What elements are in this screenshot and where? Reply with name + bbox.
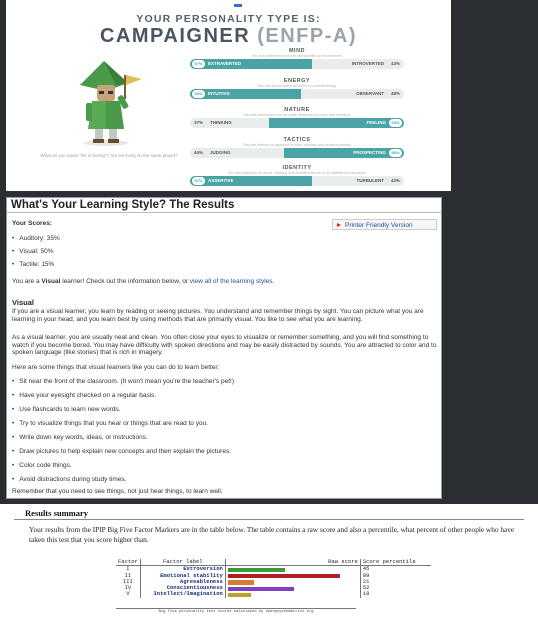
trait-bar: 52% INTUITIVE OBSERVANT 48%: [190, 89, 404, 99]
visual-paragraph-1: If you are a visual learner, you learn b…: [12, 308, 424, 323]
personality-type-title: CAMPAIGNER (ENFP-A): [6, 25, 451, 48]
score-item: Visual: 50%: [12, 248, 53, 255]
col-score-percentile: Score percentile: [359, 558, 431, 567]
trait-description: This trait determines how we make decisi…: [242, 113, 352, 117]
trait-percent-badge: 52%: [192, 90, 205, 98]
trait-right-label: PROSPECTING: [353, 150, 386, 155]
trait-percent-badge: 57%: [192, 60, 205, 68]
factor-label: Intellect/Imagination: [139, 591, 226, 598]
avatar-caption: What do you mean "life is boring"? Are w…: [40, 153, 178, 158]
learning-style-panel: What's Your Learning Style? The Results …: [6, 197, 442, 499]
tip-item: Sit near the front of the classroom. (It…: [12, 378, 234, 385]
trait-description: This trait underpins all others, showing…: [227, 171, 367, 175]
scores-heading: Your Scores:: [12, 220, 52, 227]
raw-score-cell: [224, 591, 361, 598]
trait-right-label: FEELING: [366, 120, 386, 125]
trait-bar-fill: [284, 148, 404, 158]
trait-left-percent: 37%: [194, 120, 204, 125]
factor-number: V: [126, 590, 130, 598]
dark-background-right: [451, 0, 538, 195]
tip-item: Draw pictures to help explain new concep…: [12, 448, 231, 455]
campaigner-avatar-illustration: [80, 61, 142, 146]
trait-left-label: THINKING: [210, 120, 232, 125]
trait-right-percent: 43%: [390, 61, 400, 66]
trait-bar: 57% ASSERTIVE TURBULENT 43%: [190, 176, 404, 186]
trait-left-label: EXTRAVERTED: [208, 61, 242, 66]
trait-identity: IDENTITY This trait underpins all others,…: [190, 165, 404, 191]
closing-line: Remember that you need to see things, no…: [12, 488, 223, 495]
trait-left-label: JUDGING: [210, 150, 231, 155]
result-pre: You are a: [12, 278, 42, 285]
trait-left-label: ASSERTIVE: [208, 178, 234, 183]
trait-right-label: INTROVERTED: [351, 61, 384, 66]
type-code: (ENFP-A): [257, 25, 357, 47]
trait-percent-badge: 63%: [389, 119, 402, 127]
percentile-value: 45: [359, 566, 431, 573]
percentile-bar: [227, 567, 285, 573]
trait-nature: NATURE This trait determines how we make …: [190, 107, 404, 137]
trait-description: This trait shows where we direct our men…: [257, 84, 337, 88]
big-five-footer: Big five personality test scores calcula…: [116, 608, 356, 614]
tip-item: Write down key words, ideas, or instruct…: [12, 434, 148, 441]
trait-bar: 44% JUDGING PROSPECTING 56%: [190, 148, 404, 158]
col-raw-score: Raw score: [224, 558, 361, 567]
trait-right-label: OBSERVANT: [356, 91, 384, 96]
score-item: Tactile: 15%: [12, 261, 54, 268]
percentile-bar: [227, 586, 294, 592]
percentile-value: 18: [359, 591, 431, 598]
tip-item: Color code things.: [12, 462, 71, 469]
type-name: CAMPAIGNER: [99, 25, 251, 47]
personality-result-panel: YOUR PERSONALITY TYPE IS: CAMPAIGNER (EN…: [6, 3, 451, 191]
trait-description: This trait determines how we interact wi…: [251, 54, 343, 58]
printer-friendly-button[interactable]: Printer Friendly Version: [332, 219, 437, 230]
dark-background-mid: [442, 195, 538, 501]
visual-section-title: Visual: [12, 298, 34, 307]
percentile-bar: [227, 580, 254, 585]
results-summary-heading: Results summary: [25, 508, 89, 518]
all-learning-styles-link[interactable]: view all of the learning styles: [190, 278, 273, 285]
trait-bar-fill: [190, 89, 301, 99]
tip-item: Use flashcards to learn new words.: [12, 406, 120, 413]
big-five-rows: I Extroversion 45 II Emotional stability 89 II…: [116, 566, 431, 598]
tip-item: Try to visualize things that you hear or…: [12, 420, 208, 427]
personality-kicker: YOUR PERSONALITY TYPE IS:: [136, 13, 321, 25]
printer-friendly-label: Printer Friendly Version: [345, 222, 413, 229]
trait-mind: MIND This trait determines how we interac…: [190, 48, 404, 78]
result-post: .: [272, 278, 275, 285]
trait-percent-badge: 56%: [389, 149, 402, 157]
tip-item: Have your eyesight checked on a regular …: [12, 392, 156, 399]
heading-divider: [14, 519, 524, 520]
trait-right-percent: 43%: [390, 178, 400, 183]
big-five-panel: Results summary Your results from the IP…: [6, 504, 536, 620]
learning-style-title: What's Your Learning Style? The Results: [7, 198, 441, 213]
top-accent-bar: [234, 4, 242, 7]
trait-bar: 37% THINKING FEELING 63%: [190, 118, 404, 128]
percentile-bar: [227, 573, 340, 579]
percentile-bar: [227, 592, 251, 598]
trait-energy: ENERGY This trait shows where we direct o…: [190, 78, 404, 108]
trait-left-label: INTUITIVE: [208, 91, 230, 96]
table-header-row: Factor Factor label Raw score Score perc…: [116, 558, 431, 567]
raw-score-cell: [224, 565, 361, 573]
trait-right-percent: 48%: [390, 91, 400, 96]
tip-item: Avoid distractions during study times.: [12, 476, 126, 483]
trait-right-label: TURBULENT: [356, 178, 385, 183]
big-five-intro: Your results from the IPIP Big Five Fact…: [29, 525, 515, 544]
score-item: Auditory: 35%: [12, 235, 59, 242]
result-line: You are a Visual learner! Check out the …: [12, 278, 437, 286]
trait-description: This trait reflects our approach to work…: [242, 143, 352, 147]
trait-bar: 57% EXTRAVERTED INTROVERTED 43%: [190, 59, 404, 69]
trait-left-percent: 44%: [194, 150, 204, 155]
result-mid: learner! Check out the information below…: [60, 278, 190, 285]
trait-tactics: TACTICS This trait reflects our approach …: [190, 137, 404, 167]
trait-percent-badge: 57%: [192, 177, 205, 185]
big-five-table: Factor Factor label Raw score Score perc…: [116, 558, 431, 598]
arrow-right-icon: [337, 223, 341, 227]
visual-paragraph-3: Here are some things that visual learner…: [12, 364, 220, 371]
table-row: V Intellect/Imagination 18: [116, 590, 431, 598]
result-style: Visual: [41, 278, 61, 285]
visual-paragraph-2: As a visual learner, you are usually nea…: [12, 334, 437, 356]
